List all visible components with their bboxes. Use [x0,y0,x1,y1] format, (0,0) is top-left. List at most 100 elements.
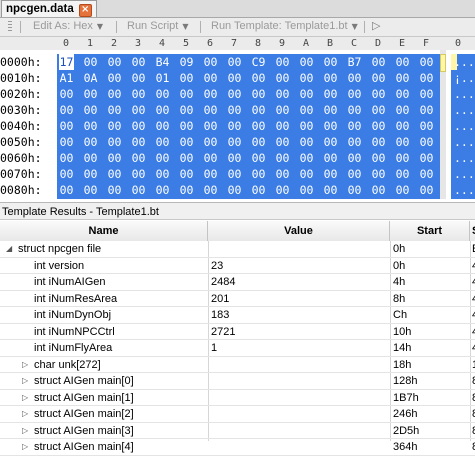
hex-byte[interactable]: 00 [323,102,338,118]
hex-byte[interactable]: 00 [227,150,242,166]
hex-byte[interactable]: 00 [395,86,410,102]
hex-byte[interactable]: 00 [323,166,338,182]
hex-byte[interactable]: 00 [251,166,266,182]
edit-as-button[interactable]: Edit As: Hex ▼ [33,18,103,36]
template-row[interactable]: int iNumResArea2018h4 [0,291,475,307]
template-row[interactable]: int version230h4 [0,258,475,274]
hex-byte[interactable]: 00 [107,54,122,70]
hex-byte[interactable]: A1 [59,70,74,86]
hex-byte[interactable]: 00 [107,102,122,118]
hex-byte[interactable]: 00 [323,70,338,86]
template-row[interactable]: int iNumFlyArea114h4 [0,340,475,357]
hex-view[interactable]: 0000h: 17 00 00 00 B4 09 00 00 C9 00 00 00 B7 00 00 00..… [0,50,475,199]
ascii-text[interactable]: .... [454,118,475,134]
hex-byte[interactable]: 00 [107,150,122,166]
hex-byte[interactable]: 00 [59,102,74,118]
hex-byte[interactable]: 00 [299,134,314,150]
hex-byte[interactable]: B7 [347,54,362,70]
hex-byte[interactable]: 00 [251,102,266,118]
hex-byte[interactable]: 00 [395,70,410,86]
hex-byte[interactable]: 00 [299,166,314,182]
hex-byte[interactable]: 00 [131,134,146,150]
hex-byte[interactable]: 00 [395,118,410,134]
collapse-arrow-icon[interactable]: ◢ [6,241,12,257]
hex-byte[interactable]: 00 [371,118,386,134]
hex-byte[interactable]: 00 [395,166,410,182]
hex-byte[interactable]: C9 [251,54,266,70]
hex-byte[interactable]: 00 [83,86,98,102]
hex-byte[interactable]: 00 [251,86,266,102]
template-row[interactable]: ▷struct AIGen main[4]364h8 [0,439,475,456]
hex-byte[interactable]: 00 [347,118,362,134]
template-row[interactable]: int iNumAIGen24844h4 [0,274,475,291]
hex-byte[interactable]: 0A [83,70,98,86]
hex-byte[interactable]: 00 [59,118,74,134]
hex-byte[interactable]: 00 [131,150,146,166]
hex-byte[interactable]: 00 [155,86,170,102]
hex-byte[interactable]: 00 [371,102,386,118]
column-header-start[interactable]: Start [390,221,470,241]
hex-byte[interactable]: 00 [395,134,410,150]
hex-byte[interactable]: 00 [203,118,218,134]
hex-byte[interactable]: 00 [299,102,314,118]
hex-byte[interactable]: 00 [323,182,338,198]
hex-byte[interactable]: 00 [179,182,194,198]
hex-byte[interactable]: 00 [371,54,386,70]
expand-arrow-icon[interactable]: ▷ [22,373,28,389]
hex-byte[interactable]: 00 [395,182,410,198]
hex-byte[interactable]: 00 [275,102,290,118]
hex-byte[interactable]: 00 [179,102,194,118]
template-row[interactable]: ▷struct AIGen main[0]128h8 [0,373,475,390]
hex-byte[interactable]: 00 [299,86,314,102]
expand-arrow-icon[interactable]: ▷ [22,423,28,439]
column-header-name[interactable]: Name [0,221,208,241]
hex-byte[interactable]: 00 [419,70,434,86]
hex-byte[interactable]: 00 [227,118,242,134]
hex-byte[interactable]: 00 [419,118,434,134]
hex-byte[interactable]: 00 [107,86,122,102]
hex-byte[interactable]: 00 [419,54,434,70]
hex-byte[interactable]: 00 [155,150,170,166]
hex-byte[interactable]: 00 [251,150,266,166]
hex-byte[interactable]: 00 [275,134,290,150]
hex-byte[interactable]: B4 [155,54,170,70]
hex-byte[interactable]: 00 [347,86,362,102]
run-icon[interactable]: ▷ [372,19,380,32]
hex-byte[interactable]: 00 [203,134,218,150]
hex-byte[interactable]: 00 [251,182,266,198]
hex-byte[interactable]: 00 [131,102,146,118]
hex-byte[interactable]: 00 [419,134,434,150]
hex-byte[interactable]: 00 [107,118,122,134]
template-row[interactable]: int iNumDynObj183Ch4 [0,307,475,324]
hex-byte[interactable]: 00 [107,70,122,86]
hex-byte[interactable]: 00 [203,102,218,118]
hex-byte[interactable]: 00 [251,118,266,134]
hex-byte[interactable]: 00 [347,70,362,86]
hex-byte[interactable]: 00 [371,166,386,182]
hex-byte[interactable]: 00 [323,134,338,150]
hex-byte[interactable]: 00 [419,150,434,166]
hex-byte[interactable]: 00 [347,150,362,166]
hex-byte[interactable]: 00 [179,118,194,134]
template-row[interactable]: ▷struct AIGen main[3]2D5h8 [0,423,475,439]
hex-byte[interactable]: 00 [83,118,98,134]
hex-byte[interactable]: 00 [203,86,218,102]
hex-byte[interactable]: 00 [419,102,434,118]
hex-divider-scroll[interactable] [440,50,446,199]
hex-byte[interactable]: 00 [59,86,74,102]
hex-byte[interactable]: 00 [155,118,170,134]
ascii-text[interactable]: .... [454,86,475,102]
hex-byte[interactable]: 00 [275,70,290,86]
hex-byte[interactable]: 00 [179,134,194,150]
hex-byte[interactable]: 00 [59,166,74,182]
hex-byte[interactable]: 00 [419,182,434,198]
hex-byte[interactable]: 00 [155,166,170,182]
hex-byte[interactable]: 00 [275,54,290,70]
hex-byte[interactable]: 00 [83,102,98,118]
hex-byte[interactable]: 00 [203,54,218,70]
hex-byte[interactable]: 00 [83,182,98,198]
template-row[interactable]: int iNumNPCCtrl272110h4 [0,324,475,340]
hex-byte[interactable]: 00 [131,182,146,198]
hex-byte[interactable]: 00 [275,166,290,182]
ascii-text[interactable]: .... [454,182,475,198]
